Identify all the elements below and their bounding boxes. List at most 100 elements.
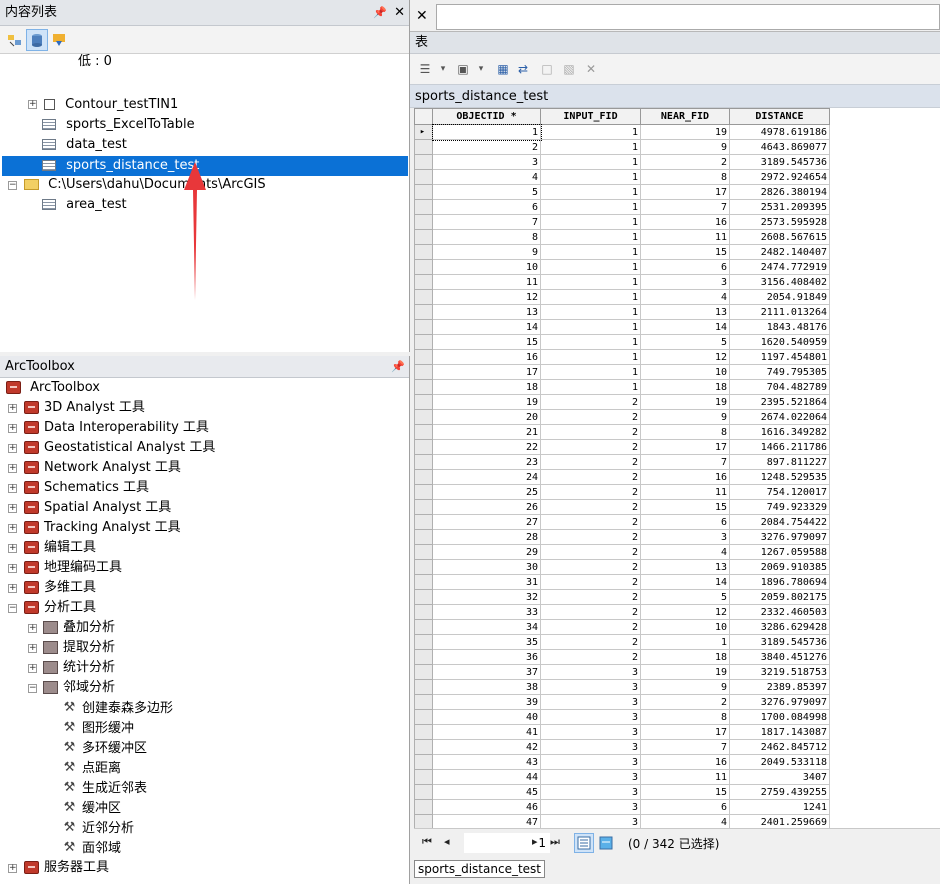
arctoolbox-root[interactable]: ArcToolbox	[6, 378, 100, 398]
column-header[interactable]: DISTANCE	[729, 108, 830, 125]
table-row[interactable]: 3 1 2 3189.545736	[414, 154, 830, 170]
table-cell[interactable]: 1466.211786	[729, 439, 830, 455]
row-selector[interactable]	[414, 709, 433, 725]
list-by-drawing-order-icon[interactable]	[4, 29, 26, 51]
table-cell[interactable]: 10	[432, 259, 541, 275]
table-cell[interactable]: 11	[640, 229, 730, 245]
row-selector[interactable]	[414, 724, 433, 740]
table-cell[interactable]: 1	[540, 259, 641, 275]
table-cell[interactable]: 44	[432, 769, 541, 785]
table-cell[interactable]: 15	[640, 499, 730, 515]
table-cell[interactable]: 11	[432, 274, 541, 290]
table-row[interactable]: 36 2 18 3840.451276	[414, 649, 830, 665]
row-selector[interactable]	[414, 484, 433, 500]
tool-item[interactable]: ⚒ 创建泰森多边形	[62, 698, 173, 718]
table-cell[interactable]: 3	[540, 769, 641, 785]
row-selector[interactable]	[414, 589, 433, 605]
table-cell[interactable]: 2759.439255	[729, 784, 830, 800]
table-cell[interactable]: 16	[640, 469, 730, 485]
row-selector[interactable]	[414, 784, 433, 800]
table-cell[interactable]: 13	[432, 304, 541, 320]
table-cell[interactable]: 26	[432, 499, 541, 515]
row-selector[interactable]	[414, 454, 433, 470]
table-row[interactable]: 8 1 11 2608.567615	[414, 229, 830, 245]
table-row[interactable]: 42 3 7 2462.845712	[414, 739, 830, 755]
toolbox-item[interactable]: Tracking Analyst 工具	[24, 518, 181, 538]
table-cell[interactable]: 1	[540, 169, 641, 185]
table-cell[interactable]: 4	[640, 814, 730, 828]
row-selector[interactable]	[414, 364, 433, 380]
tool-item[interactable]: ⚒ 近邻分析	[62, 818, 134, 838]
toolbox-item[interactable]: 地理编码工具	[24, 558, 122, 578]
expand-icon[interactable]: +	[28, 624, 37, 633]
close-icon[interactable]: ✕	[416, 8, 428, 24]
chevron-down-icon[interactable]: ▾	[434, 60, 452, 78]
map-view-area[interactable]	[436, 4, 940, 30]
table-cell[interactable]: 2	[540, 439, 641, 455]
toolbox-item[interactable]: Network Analyst 工具	[24, 458, 181, 478]
toolbox-item[interactable]: Geostatistical Analyst 工具	[24, 438, 215, 458]
table-cell[interactable]: 2972.924654	[729, 169, 830, 185]
switch-selection-icon[interactable]: ⇄	[514, 60, 532, 78]
table-row[interactable]: 11 1 3 3156.408402	[414, 274, 830, 290]
table-row[interactable]: 45 3 15 2759.439255	[414, 784, 830, 800]
column-header[interactable]: NEAR_FID	[640, 108, 730, 125]
table-row[interactable]: 7 1 16 2573.595928	[414, 214, 830, 230]
clear-selection-icon[interactable]: □	[538, 60, 556, 78]
table-cell[interactable]: 2	[540, 514, 641, 530]
last-record-icon[interactable]: ⏭	[550, 835, 560, 849]
table-row[interactable]: 21 2 8 1616.349282	[414, 424, 830, 440]
table-cell[interactable]: 29	[432, 544, 541, 560]
table-cell[interactable]: 8	[640, 169, 730, 185]
table-cell[interactable]: 22	[432, 439, 541, 455]
table-cell[interactable]: 3	[540, 664, 641, 680]
row-selector[interactable]	[414, 274, 433, 290]
table-row[interactable]: 5 1 17 2826.380194	[414, 184, 830, 200]
table-cell[interactable]: 6	[432, 199, 541, 215]
table-cell[interactable]: 1817.143087	[729, 724, 830, 740]
table-row[interactable]: 44 3 11 3407	[414, 769, 830, 785]
first-record-icon[interactable]: ⏮	[422, 835, 432, 849]
table-cell[interactable]: 2389.85397	[729, 679, 830, 695]
pin-icon[interactable]: 📌	[391, 356, 405, 378]
table-cell[interactable]: 3	[432, 154, 541, 170]
related-tables-icon[interactable]: ▣	[454, 60, 472, 78]
table-cell[interactable]: 2474.772919	[729, 259, 830, 275]
table-cell[interactable]: 17	[640, 439, 730, 455]
table-row[interactable]: 17 1 10 749.795305	[414, 364, 830, 380]
table-cell[interactable]: 1	[540, 139, 641, 155]
table-cell[interactable]: 19	[640, 664, 730, 680]
table-cell[interactable]: 3189.545736	[729, 154, 830, 170]
table-cell[interactable]: 3	[540, 679, 641, 695]
table-cell[interactable]: 2	[540, 574, 641, 590]
table-cell[interactable]: 1843.48176	[729, 319, 830, 335]
table-row[interactable]: 29 2 4 1267.059588	[414, 544, 830, 560]
table-cell[interactable]: 27	[432, 514, 541, 530]
table-cell[interactable]: 18	[640, 649, 730, 665]
row-selector[interactable]	[414, 814, 433, 828]
table-cell[interactable]: 16	[640, 214, 730, 230]
table-cell[interactable]: 19	[640, 394, 730, 410]
table-cell[interactable]: 31	[432, 574, 541, 590]
table-row[interactable]: 37 3 19 3219.518753	[414, 664, 830, 680]
row-selector[interactable]	[414, 499, 433, 515]
table-cell[interactable]: 3219.518753	[729, 664, 830, 680]
table-row[interactable]: 24 2 16 1248.529535	[414, 469, 830, 485]
row-selector[interactable]: ▸	[414, 124, 433, 140]
table-cell[interactable]: 2	[540, 634, 641, 650]
row-selector[interactable]	[414, 379, 433, 395]
row-selector[interactable]	[414, 469, 433, 485]
table-row[interactable]: 33 2 12 2332.460503	[414, 604, 830, 620]
table-cell[interactable]: 41	[432, 724, 541, 740]
table-cell[interactable]: 1241	[729, 799, 830, 815]
table-cell[interactable]: 2049.533118	[729, 754, 830, 770]
table-cell[interactable]: 12	[640, 604, 730, 620]
table-cell[interactable]: 30	[432, 559, 541, 575]
show-selected-records-icon[interactable]	[596, 833, 616, 853]
table-cell[interactable]: 33	[432, 604, 541, 620]
row-selector[interactable]	[414, 304, 433, 320]
row-selector[interactable]	[414, 334, 433, 350]
pin-icon[interactable]: 📌	[373, 0, 387, 26]
table-cell[interactable]: 1	[540, 304, 641, 320]
table-row[interactable]: 12 1 4 2054.91849	[414, 289, 830, 305]
